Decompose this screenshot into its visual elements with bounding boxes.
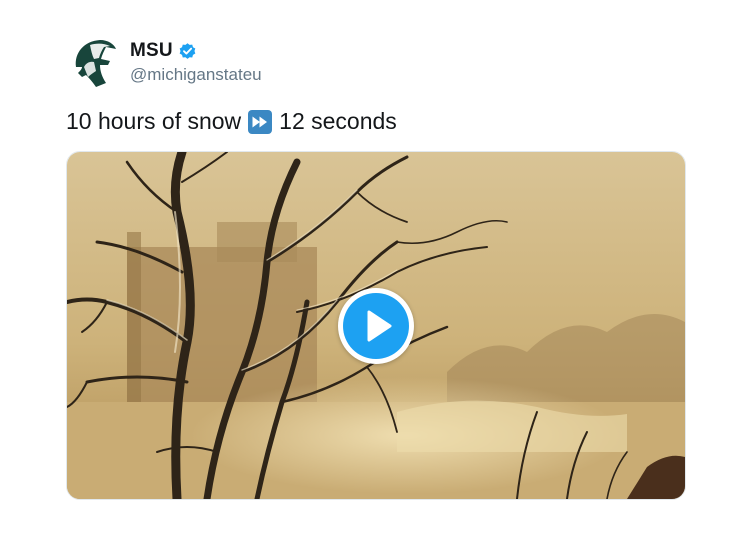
- name-row: MSU: [130, 40, 197, 62]
- tweet-text: 10 hours of snow 12 seconds: [66, 108, 397, 135]
- avatar[interactable]: [70, 37, 118, 89]
- tweet-text-after: 12 seconds: [279, 108, 397, 134]
- play-button-circle: [343, 292, 409, 359]
- video-player[interactable]: [66, 151, 686, 500]
- play-icon: [367, 310, 392, 341]
- tweet-text-before: 10 hours of snow: [66, 108, 242, 134]
- user-handle[interactable]: @michiganstateu: [130, 65, 262, 85]
- fast-forward-icon: [248, 109, 273, 134]
- play-button[interactable]: [338, 287, 414, 364]
- display-name[interactable]: MSU: [130, 40, 173, 62]
- spartan-helmet-logo: [75, 40, 116, 87]
- tweet-card: MSU @michiganstateu 10 hours of snow 12 …: [0, 0, 750, 552]
- verified-badge-icon: [178, 42, 197, 61]
